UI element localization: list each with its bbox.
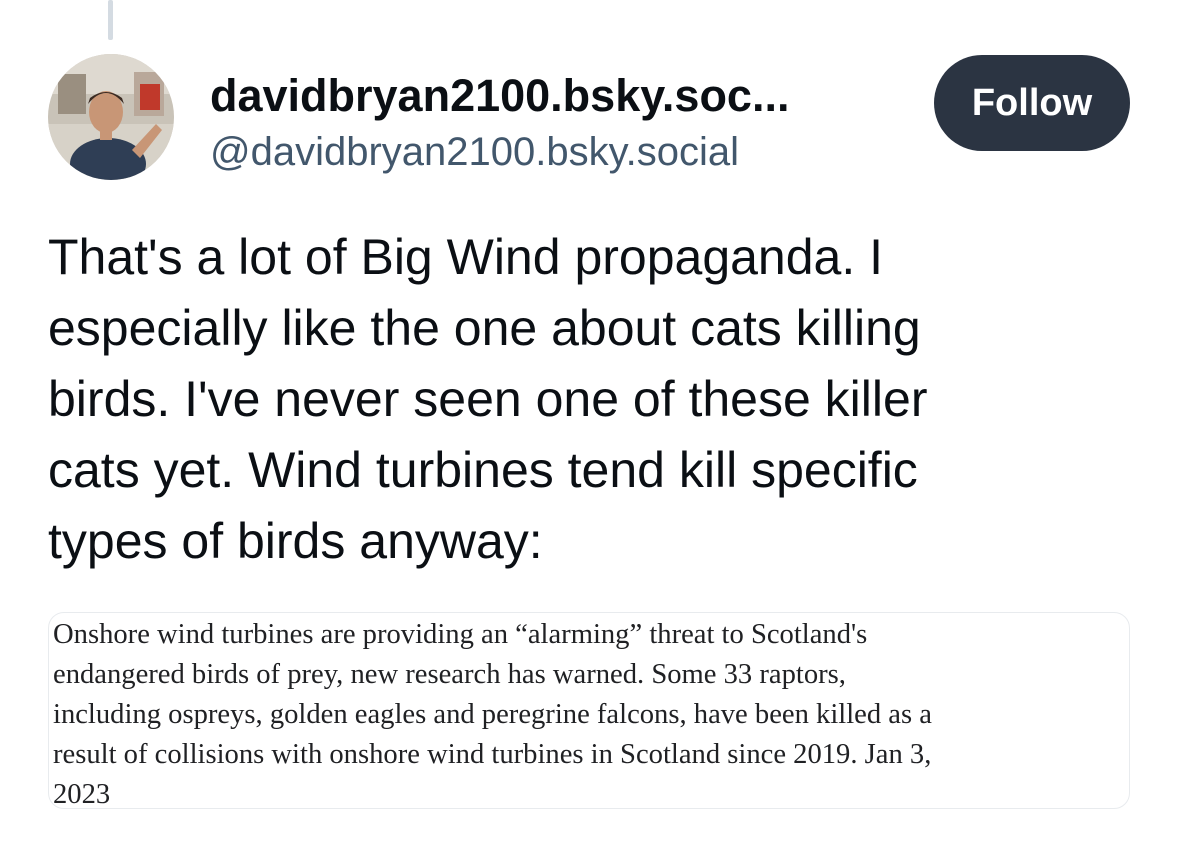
thread-connector-line <box>108 0 113 40</box>
embedded-image-text: Onshore wind turbines are providing an “… <box>53 619 932 809</box>
follow-button[interactable]: Follow <box>934 55 1130 151</box>
author-handle[interactable]: @davidbryan2100.bsky.social <box>210 128 739 176</box>
author-display-name[interactable]: davidbryan2100.bsky.soc... <box>210 70 900 122</box>
author-avatar[interactable] <box>48 54 174 180</box>
profile-photo-icon <box>48 54 174 180</box>
post-text: That's a lot of Big Wind propaganda. I e… <box>48 229 928 569</box>
embedded-image[interactable]: Onshore wind turbines are providing an “… <box>48 612 1130 809</box>
